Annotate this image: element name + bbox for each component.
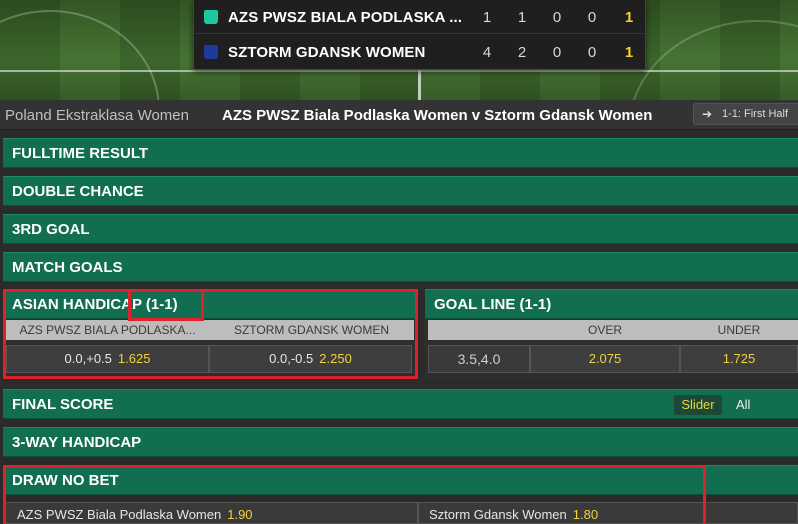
goal-line-market: GOAL LINE (1-1) OVER UNDER 3.5,4.0 2.075… — [425, 289, 798, 379]
selection-name: Sztorm Gdansk Women — [429, 507, 567, 522]
market-title: ASIAN HANDICAP (1-1) — [12, 296, 178, 313]
market-fulltime-result[interactable]: FULLTIME RESULT — [3, 138, 798, 168]
stat-value: 4 — [482, 44, 492, 61]
goal-line-header[interactable]: GOAL LINE (1-1) — [425, 289, 798, 319]
stat-value: 0 — [587, 44, 597, 61]
goal-line-value: 3.5,4.0 — [428, 345, 530, 373]
asian-handicap-market: ASIAN HANDICAP (1-1) AZS PWSZ BIALA PODL… — [3, 289, 418, 379]
column-header-home: AZS PWSZ BIALA PODLASKA... — [6, 320, 209, 340]
stat-value: 0 — [587, 9, 597, 26]
match-status-chip[interactable]: ➔ 1-1: First Half — [693, 103, 798, 125]
market-title: 3RD GOAL — [12, 221, 90, 238]
away-score: 1 — [624, 44, 634, 61]
handicap-line: 0.0,-0.5 — [269, 351, 314, 366]
all-toggle-button[interactable]: All — [736, 397, 750, 412]
market-title: MATCH GOALS — [12, 259, 123, 276]
shirt-icon — [204, 10, 218, 24]
market-double-chance[interactable]: DOUBLE CHANCE — [3, 176, 798, 206]
pitch-line — [0, 70, 798, 72]
market-title: FULLTIME RESULT — [12, 145, 149, 162]
odds-price: 1.725 — [722, 351, 756, 366]
column-header-over: OVER — [530, 320, 680, 340]
whistle-icon: ➔ — [702, 107, 713, 121]
odds-button-over[interactable]: 2.075 — [530, 345, 680, 373]
odds-button-away[interactable]: 0.0,-0.5 2.250 — [209, 345, 412, 373]
stat-value: 0 — [552, 44, 562, 61]
market-title: FINAL SCORE — [12, 396, 114, 413]
event-header: Poland Ekstraklasa Women AZS PWSZ Biala … — [0, 100, 798, 130]
odds-price: 1.90 — [227, 507, 253, 522]
scoreboard-row-home: AZS PWSZ BIALA PODLASKA ... 1 1 0 0 1 — [194, 0, 647, 34]
market-title: GOAL LINE (1-1) — [434, 296, 552, 313]
odds-price: 2.250 — [319, 351, 352, 366]
market-title: DRAW NO BET — [12, 472, 119, 489]
column-header-under: UNDER — [680, 320, 798, 340]
column-header-line — [428, 320, 530, 340]
odds-button-under[interactable]: 1.725 — [680, 345, 798, 373]
odds-price: 2.075 — [588, 351, 622, 366]
odds-price: 1.80 — [572, 507, 599, 522]
pitch-line — [418, 70, 421, 100]
pitch-marking — [628, 20, 798, 100]
selection-name: AZS PWSZ Biala Podlaska Women — [17, 507, 222, 522]
scoreboard: AZS PWSZ BIALA PODLASKA ... 1 1 0 0 1 SZ… — [193, 0, 647, 70]
column-header-away: SZTORM GDANSK WOMEN — [209, 320, 414, 340]
market-title: 3-WAY HANDICAP — [12, 434, 142, 451]
market-3-way-handicap[interactable]: 3-WAY HANDICAP — [3, 427, 798, 457]
match-title: AZS PWSZ Biala Podlaska Women v Sztorm G… — [222, 107, 653, 124]
market-match-goals[interactable]: MATCH GOALS — [3, 252, 798, 282]
home-score: 1 — [624, 9, 634, 26]
market-title: DOUBLE CHANCE — [12, 183, 144, 200]
odds-price: 1.625 — [117, 351, 151, 366]
stat-value: 0 — [552, 9, 562, 26]
shirt-icon — [204, 45, 218, 59]
league-name[interactable]: Poland Ekstraklasa Women — [5, 107, 189, 124]
away-team-name: SZTORM GDANSK WOMEN — [228, 44, 426, 61]
scoreboard-row-away: SZTORM GDANSK WOMEN 4 2 0 0 1 — [194, 35, 647, 69]
handicap-line: 0.0,+0.5 — [64, 351, 112, 366]
match-status-text: 1-1: First Half — [722, 108, 789, 120]
odds-button-dnb-home[interactable]: AZS PWSZ Biala Podlaska Women 1.90 — [3, 502, 418, 524]
odds-button-dnb-away[interactable]: Sztorm Gdansk Women 1.80 — [418, 502, 798, 524]
market-draw-no-bet[interactable]: DRAW NO BET — [3, 465, 798, 495]
asian-handicap-header[interactable]: ASIAN HANDICAP (1-1) — [3, 289, 418, 319]
market-3rd-goal[interactable]: 3RD GOAL — [3, 214, 798, 244]
odds-button-home[interactable]: 0.0,+0.5 1.625 — [6, 345, 209, 373]
slider-toggle-button[interactable]: Slider — [674, 395, 722, 415]
pitch-marking — [0, 10, 160, 100]
home-team-name: AZS PWSZ BIALA PODLASKA ... — [228, 9, 463, 26]
stat-value: 1 — [482, 9, 492, 26]
stat-value: 1 — [517, 9, 527, 26]
stat-value: 2 — [517, 44, 527, 61]
dnb-selection: AZS PWSZ Biala Podlaska Women 1.90 — [17, 507, 253, 522]
dnb-selection: Sztorm Gdansk Women 1.80 — [429, 507, 598, 522]
